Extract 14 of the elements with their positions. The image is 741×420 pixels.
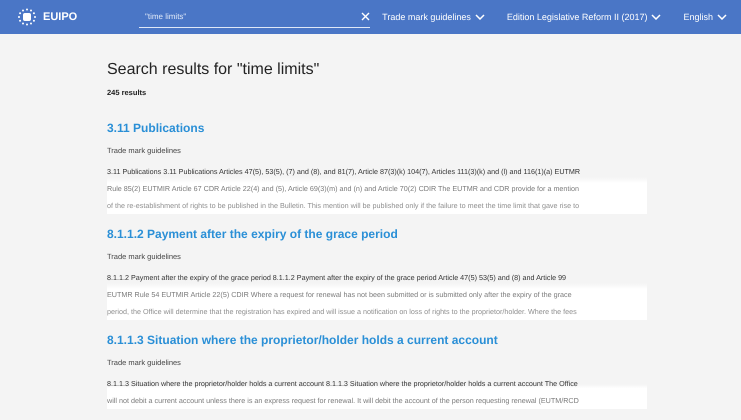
- result-title-link[interactable]: 8.1.1.2 Payment after the expiry of the grace period: [107, 227, 647, 241]
- chevron-down-icon: [474, 14, 485, 20]
- chevron-down-icon: [717, 14, 727, 20]
- dropdown-menu[interactable]: English: [683, 12, 727, 22]
- dropdown-menu[interactable]: Trade mark guidelines: [382, 12, 485, 22]
- result-title-link[interactable]: 3.11 Publications: [107, 121, 647, 135]
- search-field[interactable]: "time limits": [139, 12, 362, 21]
- logo-icon: [16, 8, 38, 26]
- dropdown-menu[interactable]: Edition Legislative Reform II (2017): [506, 12, 662, 22]
- chevron-down-icon: [651, 14, 662, 20]
- close-icon[interactable]: [361, 12, 370, 21]
- logo-name: EUIPO: [43, 12, 78, 22]
- page-title: Search results for "time limits": [107, 60, 320, 80]
- result-title-link[interactable]: 8.1.1.3 Situation where the proprietor/holder holds a current account: [107, 333, 647, 347]
